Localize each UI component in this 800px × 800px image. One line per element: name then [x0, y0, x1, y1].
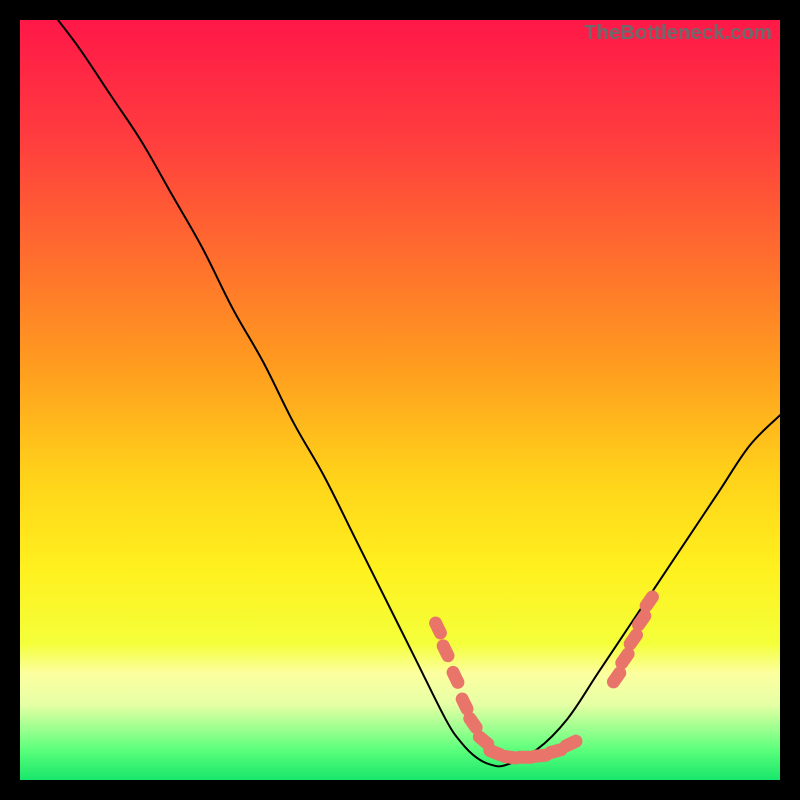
watermark-text: TheBottleneck.com [584, 22, 772, 45]
chart-svg [20, 20, 780, 780]
chart-background [20, 20, 780, 780]
chart-frame: TheBottleneck.com [0, 0, 800, 800]
plot-area: TheBottleneck.com [20, 20, 780, 780]
